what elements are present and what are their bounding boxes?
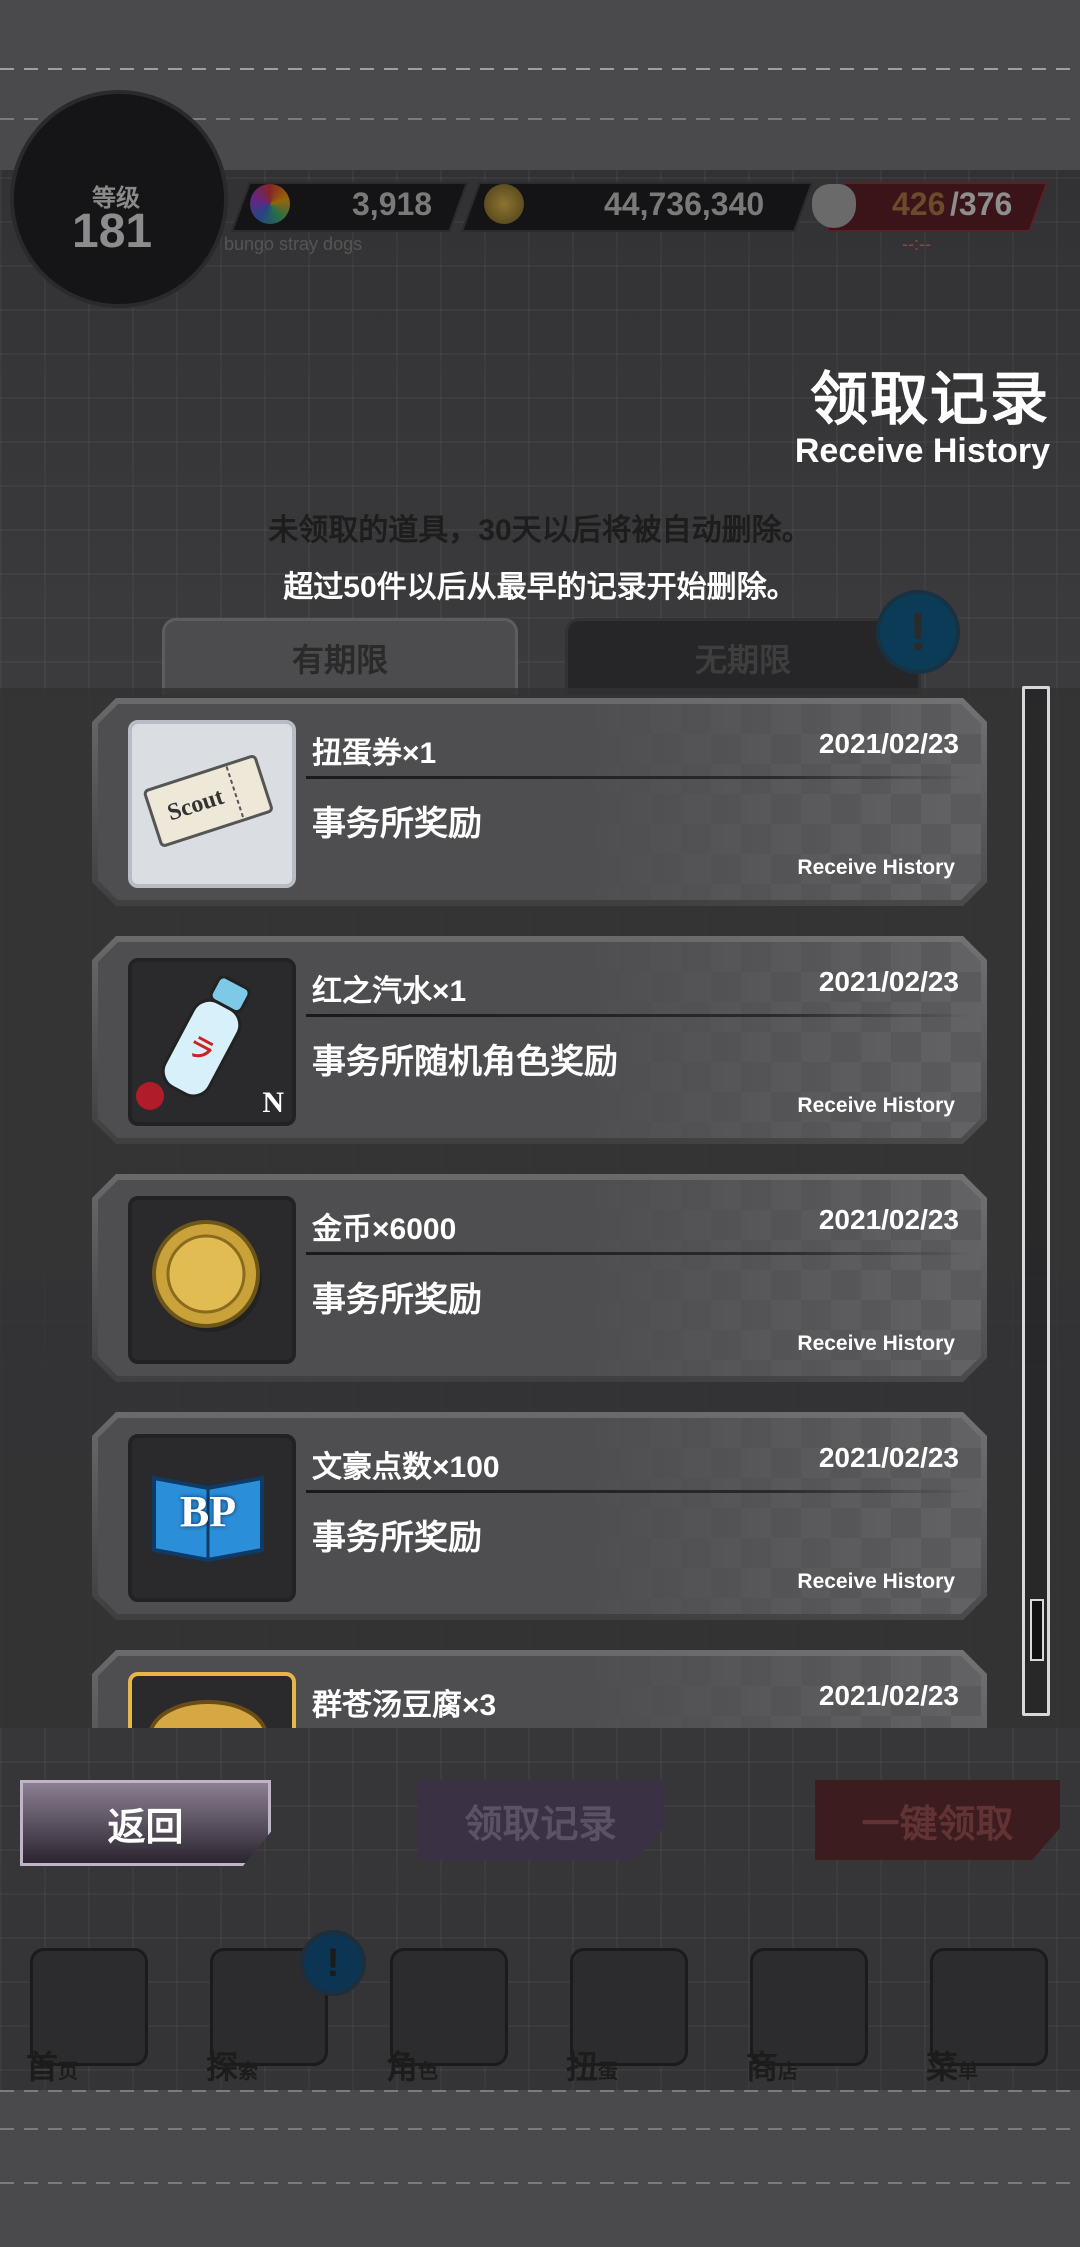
claim-all-button[interactable]: 一键领取: [815, 1780, 1060, 1860]
tab-limited[interactable]: 有期限: [162, 618, 518, 695]
scroll-thumb[interactable]: [1030, 1599, 1044, 1661]
item-date: 2021/02/23: [818, 1442, 959, 1473]
divider: [306, 1490, 973, 1493]
nav-sublabel: 店: [778, 2061, 799, 2083]
heart-icon: [812, 184, 856, 228]
item-footer: Receive History: [797, 856, 955, 879]
nav-label: 扭: [566, 2049, 599, 2085]
notice-expire: 未领取的道具，30天以后将被自动删除。: [268, 514, 812, 547]
nav-sublabel: 单: [958, 2061, 979, 2083]
item-source: 事务所奖励: [312, 805, 482, 843]
list-item: ラ N 红之汽水×1 2021/02/23 事务所随机角色奖励 Receive …: [92, 936, 987, 1144]
divider: [306, 776, 973, 779]
back-button[interactable]: 返回: [20, 1780, 271, 1866]
divider: [306, 1014, 973, 1017]
gem-icon: [250, 184, 290, 224]
list-item: Scout 扭蛋券×1 2021/02/23 事务所奖励 Receive His…: [92, 698, 987, 906]
coins-count: 44,736,340: [604, 186, 765, 222]
nav-sublabel: 页: [58, 2061, 79, 2083]
alert-icon[interactable]: !: [876, 590, 960, 674]
explore-alert-icon: !: [300, 1930, 366, 1996]
item-footer: Receive History: [797, 1570, 955, 1593]
list-item: 群苍汤豆腐×3 2021/02/23: [92, 1650, 987, 1728]
bottom-band: [0, 2090, 1080, 2247]
item-name: 群苍汤豆腐×3: [312, 1689, 497, 1722]
brand-text: bungo stray dogs: [224, 234, 363, 254]
bp-badge: BP: [179, 1487, 237, 1536]
stamina-current: 426: [892, 186, 946, 222]
item-thumbnail: [128, 1672, 296, 1728]
item-source: 事务所奖励: [312, 1281, 482, 1319]
tofu-pot-icon: [132, 1676, 284, 1728]
bottom-nav: 首页 探索 角色 扭蛋 商店 菜单: [0, 1940, 1080, 2090]
nav-sublabel: 索: [238, 2061, 259, 2083]
nav-characters[interactable]: 角色: [370, 1940, 520, 2090]
item-thumbnail: [128, 1196, 296, 1364]
nav-label: 商: [746, 2049, 779, 2085]
item-source: 事务所奖励: [312, 1519, 482, 1557]
item-date: 2021/02/23: [818, 966, 959, 997]
nav-sublabel: 蛋: [598, 2061, 619, 2083]
item-date: 2021/02/23: [818, 1204, 959, 1235]
nav-label: 首: [26, 2049, 59, 2085]
nav-label: 角: [386, 2049, 419, 2085]
list-item: 金币×6000 2021/02/23 事务所奖励 Receive History: [92, 1174, 987, 1382]
item-name: 扭蛋券×1: [312, 737, 437, 770]
nav-label: 菜: [926, 2049, 959, 2085]
stamina-max: /376: [950, 186, 1013, 222]
item-footer: Receive History: [797, 1094, 955, 1117]
item-source: 事务所随机角色奖励: [312, 1043, 618, 1081]
item-name: 金币×6000: [312, 1213, 457, 1246]
record-list[interactable]: Scout 扭蛋券×1 2021/02/23 事务所奖励 Receive His…: [0, 688, 1080, 1728]
divider: [306, 1252, 973, 1255]
item-footer: Receive History: [797, 1332, 955, 1355]
item-name: 红之汽水×1: [312, 975, 467, 1008]
page-title: 领取记录: [809, 367, 1050, 432]
stamina-timer: --:--: [902, 234, 931, 254]
level-value: 181: [72, 205, 153, 258]
nav-gacha[interactable]: 扭蛋: [550, 1940, 700, 2090]
receive-history-button[interactable]: 领取记录: [418, 1780, 663, 1860]
nav-sublabel: 色: [418, 2061, 439, 2083]
item-name: 文豪点数×100: [312, 1451, 500, 1484]
nav-label: 探: [206, 2049, 239, 2085]
nav-menu[interactable]: 菜单: [910, 1940, 1060, 2090]
nav-shop[interactable]: 商店: [730, 1940, 880, 2090]
tab-unlimited[interactable]: 无期限: [565, 618, 921, 695]
item-date: 2021/02/23: [818, 1680, 959, 1711]
scrollbar[interactable]: [1022, 686, 1050, 1716]
list-item: BP 文豪点数×100 2021/02/23 事务所奖励 Receive His…: [92, 1412, 987, 1620]
nav-home[interactable]: 首页: [10, 1940, 160, 2090]
page-subtitle: Receive History: [794, 432, 1050, 470]
item-thumbnail: BP: [128, 1434, 296, 1602]
gold-coin-icon: [132, 1200, 284, 1352]
gems-count: 3,918: [352, 186, 433, 222]
coin-icon: [484, 184, 524, 224]
scout-ticket-icon: Scout: [132, 724, 284, 876]
item-date: 2021/02/23: [818, 728, 959, 759]
item-thumbnail: Scout: [128, 720, 296, 888]
rarity-badge: N: [262, 1086, 284, 1119]
ramune-soda-icon: ラ: [132, 962, 284, 1114]
item-thumbnail: ラ N: [128, 958, 296, 1126]
